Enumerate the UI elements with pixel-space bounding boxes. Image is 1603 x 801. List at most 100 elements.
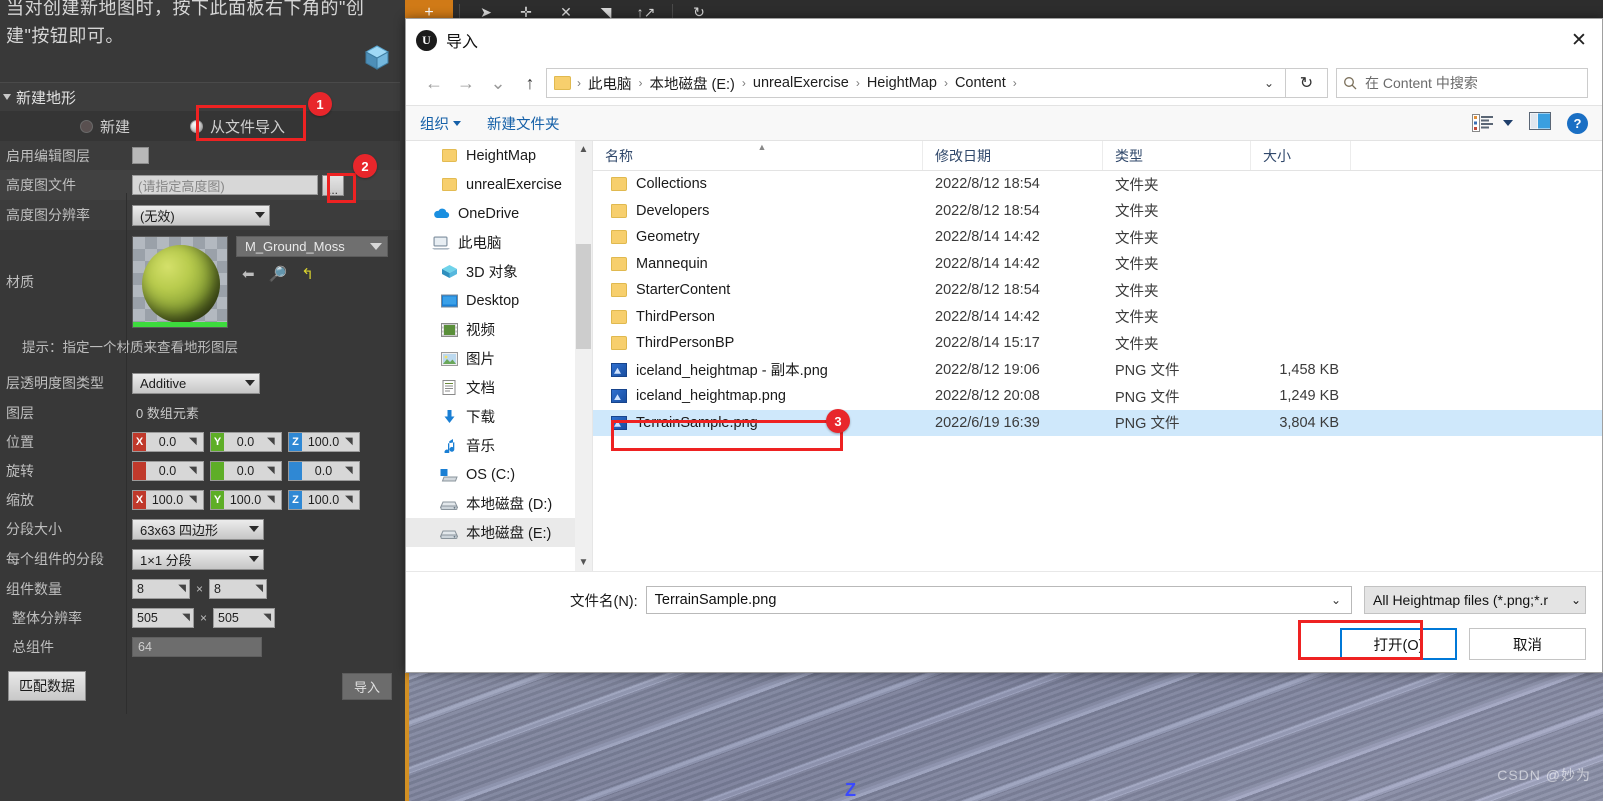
breadcrumb-item-2[interactable]: unrealExercise: [750, 75, 852, 91]
drag-handle-icon[interactable]: ◥: [263, 612, 271, 623]
search-icon[interactable]: 🔎: [269, 265, 288, 283]
drag-handle-icon[interactable]: ◥: [189, 465, 203, 476]
scale-y-field[interactable]: Y 100.0 ◥: [210, 489, 282, 510]
tree-scrollbar[interactable]: ▲ ▼: [575, 141, 592, 571]
drag-handle-icon[interactable]: ◥: [178, 583, 186, 594]
enable-edit-layers-checkbox[interactable]: [132, 147, 149, 164]
rotation-z-field[interactable]: 0.0 ◥: [288, 460, 360, 481]
up-button[interactable]: ↑: [514, 68, 546, 98]
column-header-name[interactable]: ▲ 名称: [593, 141, 923, 170]
cancel-button[interactable]: 取消: [1469, 628, 1586, 660]
match-data-button[interactable]: 匹配数据: [8, 671, 86, 701]
drag-handle-icon[interactable]: ◥: [345, 465, 359, 476]
drag-handle-icon[interactable]: ◥: [189, 436, 203, 447]
back-button[interactable]: ←: [418, 68, 450, 98]
location-y-field[interactable]: Y 0.0 ◥: [210, 431, 282, 452]
rotation-y-field[interactable]: 0.0 ◥: [210, 460, 282, 481]
table-row[interactable]: Mannequin 2022/8/14 14:42 文件夹: [593, 251, 1602, 278]
overall-resolution-height-field[interactable]: 505 ◥: [213, 607, 276, 628]
drag-handle-icon[interactable]: ◥: [189, 494, 203, 505]
scale-z-field[interactable]: Z 100.0 ◥: [288, 489, 360, 510]
help-icon[interactable]: ?: [1567, 112, 1588, 134]
tree-scroll-thumb[interactable]: [576, 244, 591, 349]
refresh-button[interactable]: ↻: [1286, 68, 1328, 98]
tree-item-12[interactable]: 本地磁盘 (D:): [406, 489, 592, 518]
preview-pane-icon[interactable]: [1529, 111, 1551, 135]
heightmap-file-input[interactable]: (请指定高度图): [132, 175, 318, 195]
location-z-field[interactable]: Z 100.0 ◥: [288, 431, 360, 452]
drag-handle-icon[interactable]: ◥: [267, 494, 281, 505]
section-size-combo[interactable]: 63x63 四边形: [132, 518, 264, 540]
open-button[interactable]: 打开(O): [1340, 628, 1457, 660]
tree-item-0[interactable]: HeightMap: [406, 141, 592, 170]
table-row[interactable]: iceland_heightmap.png 2022/8/12 20:08 PNG …: [593, 383, 1602, 410]
breadcrumb-item-1[interactable]: 本地磁盘 (E:): [647, 73, 738, 94]
scale-x-field[interactable]: X 100.0 ◥: [132, 489, 204, 510]
table-row[interactable]: Collections 2022/8/12 18:54 文件夹: [593, 171, 1602, 198]
breadcrumb-item-3[interactable]: HeightMap: [864, 75, 940, 91]
column-header-size[interactable]: 大小: [1251, 141, 1351, 170]
recent-locations-button[interactable]: ⌄: [482, 68, 514, 98]
component-count-height-field[interactable]: 8 ◥: [209, 578, 268, 599]
tree-item-4[interactable]: 3D 对象: [406, 257, 592, 286]
column-header-type[interactable]: 类型: [1103, 141, 1251, 170]
view-mode-chevron-down-icon[interactable]: [1503, 120, 1513, 126]
heightmap-browse-button[interactable]: ...: [322, 174, 344, 196]
layer-alpha-type-combo[interactable]: Additive: [132, 372, 260, 394]
chevron-down-icon[interactable]: ⌄: [1255, 69, 1283, 97]
drag-handle-icon[interactable]: ◥: [255, 583, 263, 594]
tree-item-11[interactable]: OS (C:): [406, 460, 592, 489]
search-input[interactable]: 在 Content 中搜索: [1336, 68, 1588, 98]
drag-handle-icon[interactable]: ◥: [345, 436, 359, 447]
organize-menu[interactable]: 组织: [420, 113, 461, 134]
mode-import-radio[interactable]: 从文件导入: [190, 116, 285, 137]
heightmap-resolution-combo[interactable]: (无效): [132, 204, 270, 226]
rotation-x-field[interactable]: 0.0 ◥: [132, 460, 204, 481]
tree-item-8[interactable]: 文档: [406, 373, 592, 402]
tree-item-2[interactable]: OneDrive: [406, 199, 592, 228]
table-row[interactable]: iceland_heightmap - 副本.png 2022/8/12 19:0…: [593, 357, 1602, 384]
table-row[interactable]: TerrainSample.png 2022/6/19 16:39 PNG 文件 3,…: [593, 409, 1602, 436]
tree-item-13[interactable]: 本地磁盘 (E:): [406, 518, 592, 547]
table-row[interactable]: Developers 2022/8/12 18:54 文件夹: [593, 198, 1602, 225]
drag-handle-icon[interactable]: ◥: [182, 612, 190, 623]
table-row[interactable]: ThirdPersonBP 2022/8/14 15:17 文件夹: [593, 330, 1602, 357]
table-row[interactable]: Geometry 2022/8/14 14:42 文件夹: [593, 224, 1602, 251]
filename-input[interactable]: TerrainSample.png ⌄: [645, 586, 1352, 614]
mode-new-radio[interactable]: 新建: [80, 116, 130, 137]
sections-per-component-combo[interactable]: 1×1 分段: [132, 548, 264, 570]
table-row[interactable]: StarterContent 2022/8/12 18:54 文件夹: [593, 277, 1602, 304]
file-type-filter[interactable]: All Heightmap files (*.png;*.r ⌄: [1364, 586, 1586, 614]
material-select[interactable]: M_Ground_Moss: [236, 236, 388, 257]
tree-item-10[interactable]: 音乐: [406, 431, 592, 460]
table-row[interactable]: ThirdPerson 2022/8/14 14:42 文件夹: [593, 304, 1602, 331]
chevron-down-icon[interactable]: ⌄: [1325, 593, 1347, 607]
new-folder-button[interactable]: 新建文件夹: [487, 113, 560, 134]
tree-item-1[interactable]: unrealExercise: [406, 170, 592, 199]
tree-item-5[interactable]: Desktop: [406, 286, 592, 315]
reset-icon[interactable]: ↰: [301, 265, 314, 283]
material-thumbnail[interactable]: [132, 236, 228, 328]
location-x-field[interactable]: X 0.0 ◥: [132, 431, 204, 452]
column-header-date[interactable]: 修改日期: [923, 141, 1103, 170]
tree-item-6[interactable]: 视频: [406, 315, 592, 344]
import-button[interactable]: 导入: [341, 672, 392, 700]
tree-item-7[interactable]: 图片: [406, 344, 592, 373]
overall-resolution-width-field[interactable]: 505 ◥: [132, 607, 194, 628]
drag-handle-icon[interactable]: ◥: [345, 494, 359, 505]
view-mode-icon[interactable]: [1472, 114, 1494, 132]
expand-triangle-icon[interactable]: [3, 94, 11, 100]
close-icon[interactable]: ✕: [1556, 19, 1602, 61]
breadcrumb[interactable]: › 此电脑 › 本地磁盘 (E:) › unrealExercise › Hei…: [546, 68, 1286, 98]
drag-handle-icon[interactable]: ◥: [267, 436, 281, 447]
tree-item-3[interactable]: 此电脑: [406, 228, 592, 257]
back-arrow-icon[interactable]: ⬅: [242, 265, 255, 283]
tree-item-9[interactable]: 下载: [406, 402, 592, 431]
forward-button[interactable]: →: [450, 68, 482, 98]
breadcrumb-item-0[interactable]: 此电脑: [585, 73, 635, 94]
component-count-width-field[interactable]: 8 ◥: [132, 578, 190, 599]
drag-handle-icon[interactable]: ◥: [267, 465, 281, 476]
breadcrumb-item-4[interactable]: Content: [952, 75, 1009, 91]
scroll-down-icon[interactable]: ▼: [575, 554, 592, 571]
scroll-up-icon[interactable]: ▲: [575, 141, 592, 158]
